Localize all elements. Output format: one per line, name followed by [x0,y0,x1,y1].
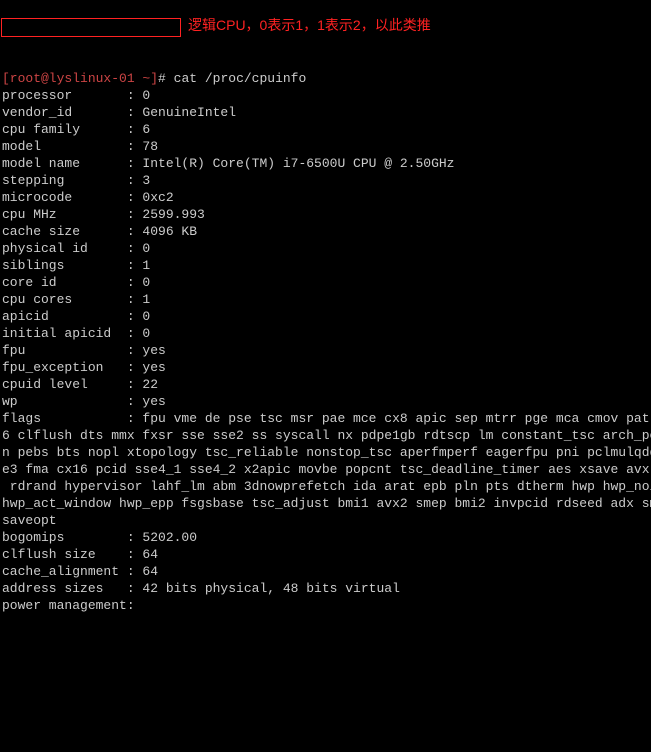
annotation-label: 逻辑CPU，0表示1，1表示2，以此类推 [188,17,431,34]
prompt-user-host: [root@lyslinux-01 ~] [2,71,158,86]
highlight-box [1,18,181,37]
cpuinfo-fields: processor : 0 vendor_id : GenuineIntel c… [2,88,454,409]
cpuinfo-flags: flags : fpu vme de pse tsc msr pae mce c… [2,411,651,528]
prompt-hash: # [158,71,166,86]
command-text: cat /proc/cpuinfo [174,71,307,86]
prompt-line[interactable]: [root@lyslinux-01 ~]# cat /proc/cpuinfo [2,70,649,87]
cpuinfo-tail: bogomips : 5202.00 clflush size : 64 cac… [2,530,400,613]
terminal-output: [root@lyslinux-01 ~]# cat /proc/cpuinfop… [0,68,651,616]
